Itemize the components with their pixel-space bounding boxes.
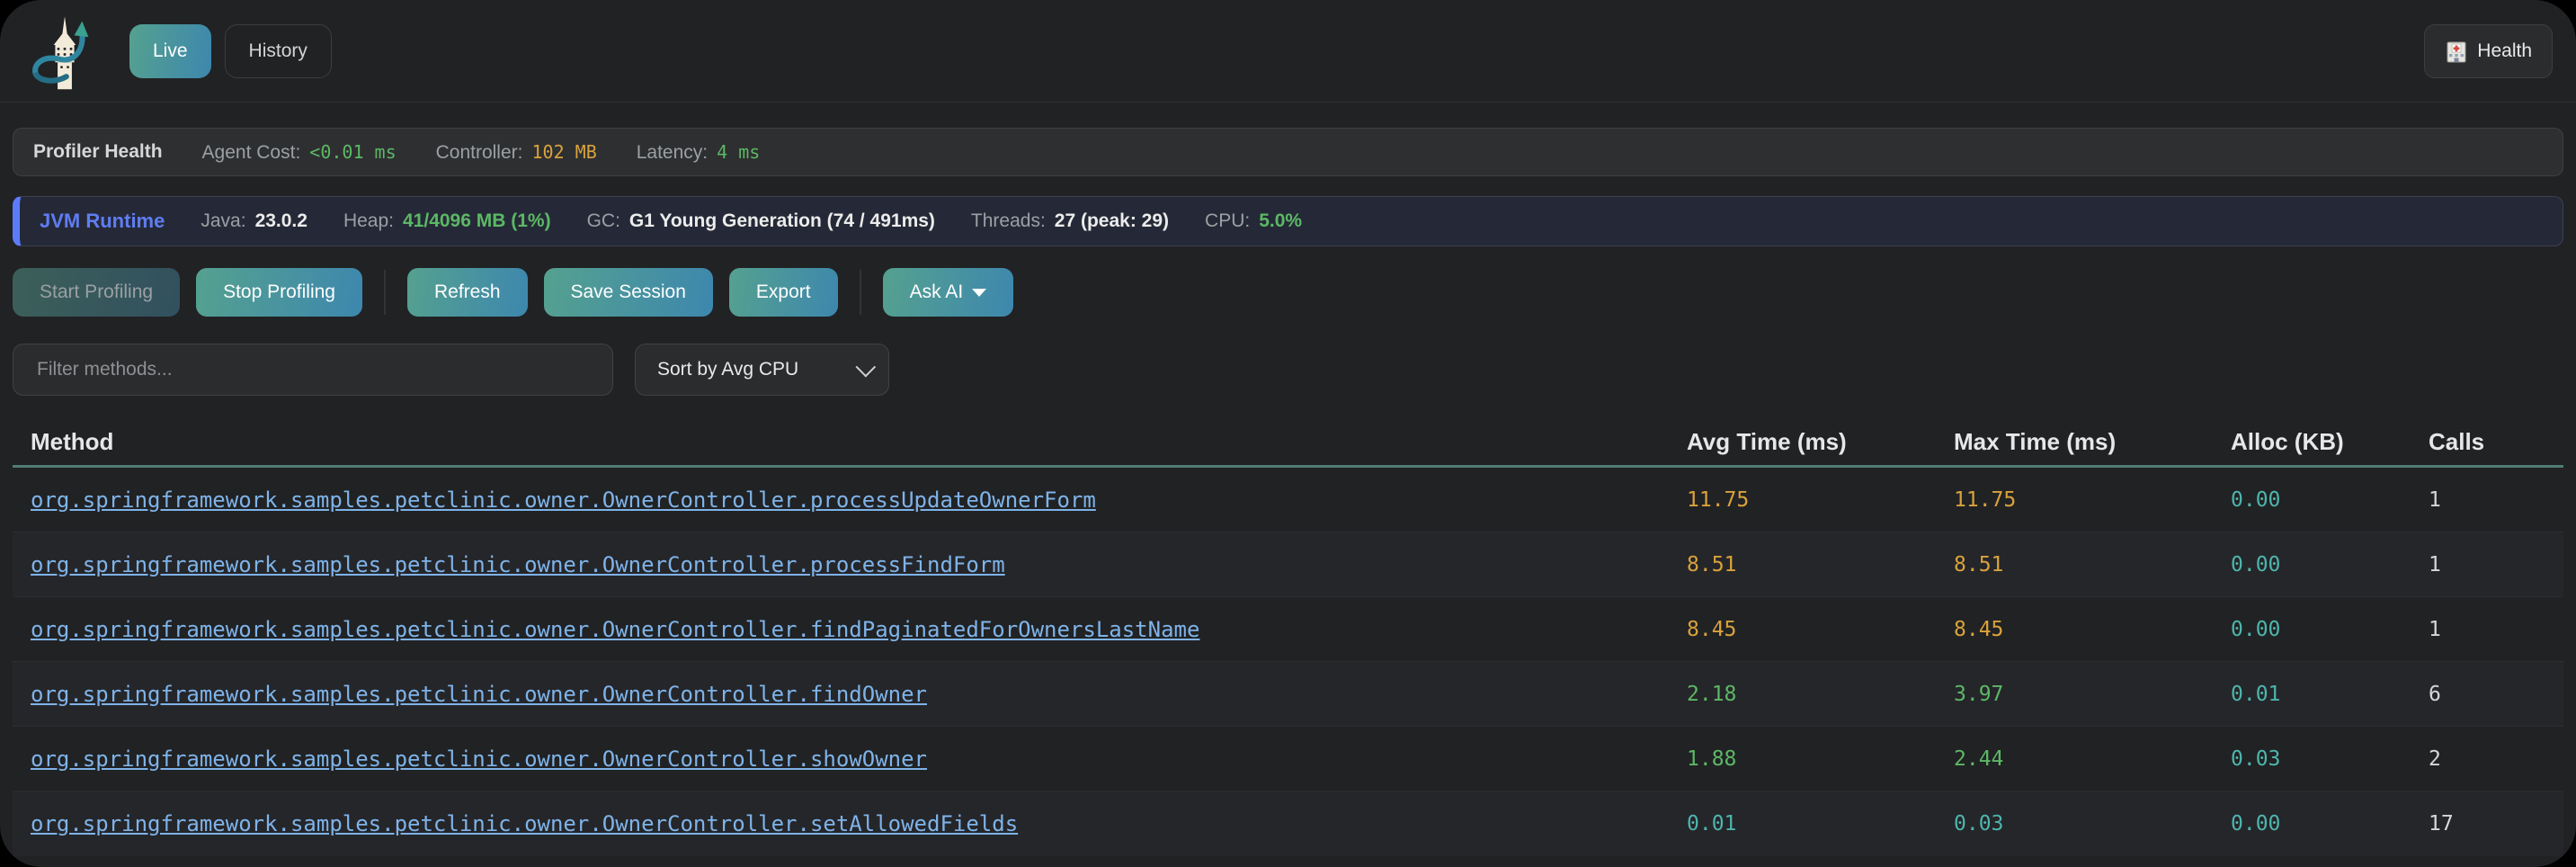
method-link[interactable]: org.springframework.samples.petclinic.ow… bbox=[31, 552, 1687, 577]
alloc-cell: 0.00 bbox=[2231, 488, 2429, 512]
java-version-metric: Java: 23.0.2 bbox=[201, 210, 308, 232]
calls-cell: 1 bbox=[2429, 618, 2554, 641]
table-row: org.springframework.samples.petclinic.ow… bbox=[13, 468, 2563, 532]
avg-time-cell: 1.88 bbox=[1687, 747, 1954, 771]
export-button[interactable]: Export bbox=[729, 268, 838, 317]
avg-time-cell: 11.75 bbox=[1687, 488, 1954, 512]
alloc-cell: 0.00 bbox=[2231, 553, 2429, 577]
max-time-cell: 3.97 bbox=[1954, 683, 2231, 706]
method-link[interactable]: org.springframework.samples.petclinic.ow… bbox=[31, 811, 1687, 836]
profiler-health-bar: Profiler Health Agent Cost: <0.01 ms Con… bbox=[13, 128, 2563, 176]
alloc-cell: 0.01 bbox=[2231, 683, 2429, 706]
sort-dropdown-value: Sort by Avg CPU bbox=[657, 359, 798, 380]
galata-tower-logo-icon bbox=[25, 10, 104, 93]
chevron-down-icon bbox=[856, 357, 877, 378]
avg-time-cell: 8.51 bbox=[1687, 553, 1954, 577]
start-profiling-button[interactable]: Start Profiling bbox=[13, 268, 180, 317]
column-header-calls: Calls bbox=[2429, 428, 2554, 456]
alloc-cell: 0.00 bbox=[2231, 812, 2429, 836]
health-button-label: Health bbox=[2477, 40, 2532, 62]
max-time-cell: 2.44 bbox=[1954, 747, 2231, 771]
cpu-metric: CPU: 5.0% bbox=[1205, 210, 1302, 232]
sort-dropdown[interactable]: Sort by Avg CPU bbox=[635, 344, 889, 396]
toolbar: Start Profiling Stop Profiling Refresh S… bbox=[13, 268, 2563, 317]
table-row: org.springframework.samples.petclinic.ow… bbox=[13, 727, 2563, 791]
jvm-runtime-title: JVM Runtime bbox=[40, 210, 165, 233]
hospital-icon bbox=[2445, 40, 2468, 63]
calls-cell: 17 bbox=[2429, 812, 2554, 836]
table-row: org.springframework.samples.petclinic.ow… bbox=[13, 662, 2563, 727]
calls-cell: 2 bbox=[2429, 747, 2554, 771]
heap-metric: Heap: 41/4096 MB (1%) bbox=[343, 210, 551, 232]
method-link[interactable]: org.springframework.samples.petclinic.ow… bbox=[31, 487, 1687, 513]
tab-history[interactable]: History bbox=[225, 24, 332, 78]
avg-time-cell: 8.45 bbox=[1687, 618, 1954, 641]
jvm-runtime-bar: JVM Runtime Java: 23.0.2 Heap: 41/4096 M… bbox=[13, 196, 2563, 246]
save-session-button[interactable]: Save Session bbox=[544, 268, 713, 317]
top-navigation-bar: Live History Health bbox=[0, 0, 2576, 103]
ask-ai-label: Ask AI bbox=[910, 282, 964, 303]
column-header-alloc: Alloc (KB) bbox=[2231, 428, 2429, 456]
max-time-cell: 8.45 bbox=[1954, 618, 2231, 641]
table-row: org.springframework.samples.petclinic.ow… bbox=[13, 532, 2563, 597]
alloc-cell: 0.03 bbox=[2231, 747, 2429, 771]
gc-metric: GC: G1 Young Generation (74 / 491ms) bbox=[587, 210, 935, 232]
avg-time-cell: 2.18 bbox=[1687, 683, 1954, 706]
max-time-cell: 8.51 bbox=[1954, 553, 2231, 577]
filter-methods-input[interactable] bbox=[13, 344, 613, 396]
ask-ai-button[interactable]: Ask AI bbox=[883, 268, 1014, 317]
calls-cell: 1 bbox=[2429, 488, 2554, 512]
controller-memory-metric: Controller: 102 MB bbox=[436, 141, 597, 164]
calls-cell: 6 bbox=[2429, 683, 2554, 706]
table-body: org.springframework.samples.petclinic.ow… bbox=[13, 468, 2563, 856]
table-row: org.springframework.samples.petclinic.ow… bbox=[13, 791, 2563, 856]
method-link[interactable]: org.springframework.samples.petclinic.ow… bbox=[31, 746, 1687, 772]
avg-time-cell: 0.01 bbox=[1687, 812, 1954, 836]
alloc-cell: 0.00 bbox=[2231, 618, 2429, 641]
agent-cost-metric: Agent Cost: <0.01 ms bbox=[202, 141, 397, 164]
filter-bar: Sort by Avg CPU bbox=[13, 344, 2563, 396]
calls-cell: 1 bbox=[2429, 553, 2554, 577]
threads-metric: Threads: 27 (peak: 29) bbox=[971, 210, 1169, 232]
toolbar-divider bbox=[384, 270, 386, 315]
table-header-row: Method Avg Time (ms) Max Time (ms) Alloc… bbox=[13, 419, 2563, 468]
table-row: org.springframework.samples.petclinic.ow… bbox=[13, 597, 2563, 662]
profiler-app-window: Live History Health Profiler Health Agen… bbox=[0, 0, 2576, 867]
column-header-method: Method bbox=[31, 428, 1687, 456]
toolbar-divider bbox=[860, 270, 861, 315]
caret-down-icon bbox=[972, 289, 986, 297]
profiler-health-title: Profiler Health bbox=[33, 141, 163, 163]
method-link[interactable]: org.springframework.samples.petclinic.ow… bbox=[31, 682, 1687, 707]
methods-table: Method Avg Time (ms) Max Time (ms) Alloc… bbox=[13, 419, 2563, 856]
column-header-avg-time: Avg Time (ms) bbox=[1687, 428, 1954, 456]
latency-metric: Latency: 4 ms bbox=[637, 141, 761, 164]
refresh-button[interactable]: Refresh bbox=[407, 268, 528, 317]
method-link[interactable]: org.springframework.samples.petclinic.ow… bbox=[31, 617, 1687, 642]
max-time-cell: 0.03 bbox=[1954, 812, 2231, 836]
max-time-cell: 11.75 bbox=[1954, 488, 2231, 512]
health-button[interactable]: Health bbox=[2424, 24, 2553, 78]
column-header-max-time: Max Time (ms) bbox=[1954, 428, 2231, 456]
tab-live[interactable]: Live bbox=[129, 24, 211, 78]
stop-profiling-button[interactable]: Stop Profiling bbox=[196, 268, 362, 317]
